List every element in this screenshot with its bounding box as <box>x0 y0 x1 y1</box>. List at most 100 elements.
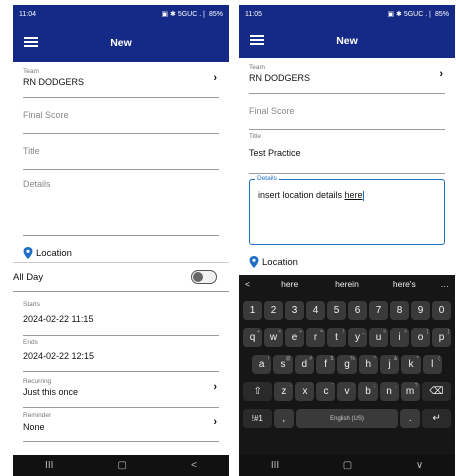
title-input[interactable]: Title <box>23 134 219 170</box>
key-1[interactable]: 1 <box>243 301 262 320</box>
chevron-right-icon: › <box>213 381 217 393</box>
recents-button[interactable]: III <box>45 460 53 471</box>
page-title: New <box>336 34 358 47</box>
system-nav-bar: III ▢ ∨ <box>239 455 455 476</box>
key-r[interactable]: r = <box>306 328 325 347</box>
all-day-toggle[interactable] <box>191 270 217 284</box>
key-n[interactable]: n, <box>379 382 399 401</box>
shift-key[interactable]: ⇧ <box>243 382 273 401</box>
hamburger-menu-icon[interactable] <box>250 35 264 45</box>
key-t[interactable]: t / <box>327 328 346 347</box>
team-label: Team <box>23 68 39 75</box>
final-score-input[interactable]: Final Score <box>23 98 219 134</box>
all-day-label: All Day <box>13 272 44 283</box>
home-button[interactable]: ▢ <box>343 460 352 471</box>
key-0[interactable]: 0 <box>432 301 451 320</box>
hamburger-menu-icon[interactable] <box>24 37 38 47</box>
suggestion-2[interactable]: herein <box>318 279 375 289</box>
key-d[interactable]: d # <box>294 355 314 374</box>
key-w[interactable]: w × <box>264 328 283 347</box>
keyboard-hide-button[interactable]: ∨ <box>416 460 423 471</box>
key-x[interactable]: x ' <box>295 382 315 401</box>
starts-field[interactable]: Starts 2024-02-22 11:15 <box>23 298 219 336</box>
team-label: Team <box>249 64 265 71</box>
key-h[interactable]: h ^ <box>358 355 378 374</box>
details-input[interactable]: Details insert location details here <box>249 175 445 245</box>
symbols-key[interactable]: !#1 <box>243 409 272 428</box>
starts-label: Starts <box>23 301 42 308</box>
final-score-input[interactable]: Final Score <box>249 94 445 130</box>
back-button[interactable]: < <box>191 460 197 471</box>
reminder-field[interactable]: Reminder None › <box>23 408 219 442</box>
key-p[interactable]: p] <box>432 328 451 347</box>
key-7[interactable]: 7 <box>369 301 388 320</box>
key-q[interactable]: q + <box>243 328 262 347</box>
key-b[interactable]: b; <box>358 382 378 401</box>
comma-key[interactable]: , <box>273 409 294 428</box>
keyboard-back-icon[interactable]: < <box>245 279 261 289</box>
key-6[interactable]: 6 <box>348 301 367 320</box>
team-value: RN DODGERS <box>249 73 311 83</box>
suggestion-1[interactable]: here <box>261 279 318 289</box>
key-f[interactable]: f $ <box>315 355 336 374</box>
recents-button[interactable]: III <box>271 460 279 471</box>
key-s[interactable]: s @ <box>273 355 293 374</box>
details-label: Details <box>255 175 279 182</box>
key-k[interactable]: k * <box>401 355 421 374</box>
recurring-field[interactable]: Recurring Just this once › <box>23 372 219 408</box>
chevron-right-icon: › <box>213 416 217 428</box>
backspace-key[interactable]: ⌫ <box>421 382 451 401</box>
key-c[interactable]: c " <box>316 382 336 401</box>
key-e[interactable]: e ÷ <box>285 328 304 347</box>
recurring-label: Recurring <box>23 378 52 385</box>
key-4[interactable]: 4 <box>306 301 325 320</box>
key-o[interactable]: o[ <box>411 328 430 347</box>
status-time: 11:04 <box>19 10 36 18</box>
key-5[interactable]: 5 <box>327 301 346 320</box>
key-z[interactable]: z- <box>274 382 294 401</box>
ends-label: Ends <box>23 339 40 346</box>
key-m[interactable]: m? <box>400 382 420 401</box>
details-link-word: here <box>344 190 363 200</box>
key-l[interactable]: l( <box>422 355 442 374</box>
key-u[interactable]: u < <box>369 328 388 347</box>
team-field[interactable]: Team RN DODGERS › <box>23 62 219 98</box>
ends-value: 2024-02-22 12:15 <box>23 351 95 361</box>
chevron-right-icon: › <box>213 72 217 84</box>
key-a[interactable]: a! <box>252 355 272 374</box>
home-button[interactable]: ▢ <box>118 460 127 471</box>
details-value: insert location details here <box>258 190 364 201</box>
app-bar: New <box>239 23 455 58</box>
suggestion-bar: < here herein here's … <box>239 275 455 293</box>
more-options-icon[interactable]: … <box>433 279 449 289</box>
location-row[interactable]: Location <box>249 253 445 271</box>
status-icons-right: ▣ ✱ 5GUC .❘ 85% <box>161 11 223 18</box>
title-value: Test Practice <box>249 148 301 158</box>
reminder-label: Reminder <box>23 412 52 419</box>
key-3[interactable]: 3 <box>285 301 304 320</box>
enter-key[interactable]: ↵ <box>422 409 452 428</box>
key-8[interactable]: 8 <box>390 301 409 320</box>
team-field[interactable]: Team RN DODGERS › <box>249 58 445 94</box>
title-label: Title <box>249 133 264 140</box>
ends-field[interactable]: Ends 2024-02-22 12:15 <box>23 336 219 372</box>
period-key[interactable]: . <box>400 409 421 428</box>
suggestion-3[interactable]: here's <box>376 279 433 289</box>
chevron-right-icon: › <box>439 68 443 80</box>
soft-keyboard: < here herein here's … 1234567890 q + w × e ÷… <box>239 275 455 455</box>
status-bar: 11:05 ▣ ✱ 5GUC .❘ 85% <box>239 5 455 23</box>
key-i[interactable]: i > <box>390 328 409 347</box>
space-key[interactable]: English (US) <box>295 409 399 428</box>
starts-value: 2024-02-22 11:15 <box>23 314 94 324</box>
key-2[interactable]: 2 <box>264 301 283 320</box>
key-y[interactable]: y _ <box>348 328 367 347</box>
key-9[interactable]: 9 <box>411 301 430 320</box>
location-row[interactable]: Location <box>23 244 219 262</box>
title-placeholder: Title <box>23 146 40 156</box>
key-g[interactable]: g% <box>337 355 357 374</box>
title-input[interactable]: Title Test Practice <box>249 133 445 174</box>
final-score-placeholder: Final Score <box>23 110 69 120</box>
key-j[interactable]: j & <box>379 355 400 374</box>
key-v[interactable]: v: <box>337 382 357 401</box>
details-input[interactable]: Details <box>23 170 219 236</box>
